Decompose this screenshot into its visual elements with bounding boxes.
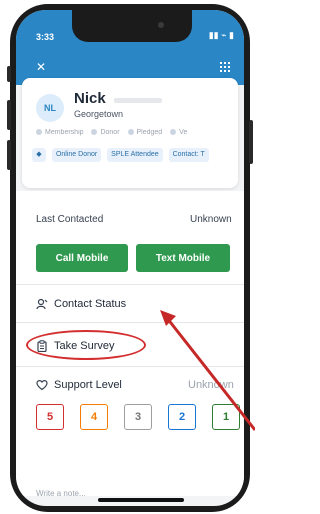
annotation-arrow-icon xyxy=(160,310,255,431)
